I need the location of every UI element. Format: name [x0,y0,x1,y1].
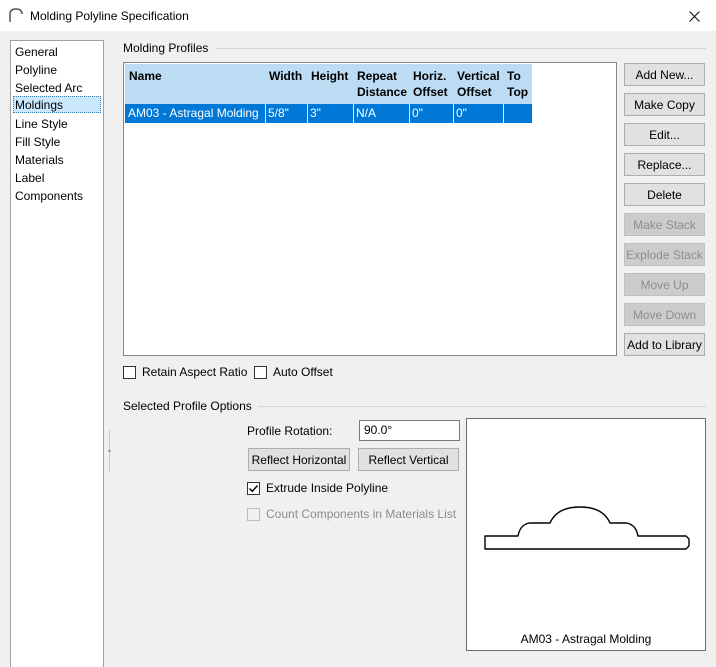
count-components-label: Count Components in Materials List [266,507,457,521]
sidebar-item-selected-arc[interactable]: Selected Arc [13,79,84,96]
sidebar-item-label: General [15,45,58,59]
extrude-inside-polyline-checkbox[interactable]: Extrude Inside Polyline [247,481,388,495]
table-row[interactable]: AM03 - Astragal Molding 5/8" 3" N/A 0" 0… [125,104,532,123]
column-header-to-top[interactable]: To Top [507,68,528,100]
splitter-grip[interactable] [108,430,111,472]
sidebar-item-label-page[interactable]: Label [13,169,46,186]
cell-name: AM03 - Astragal Molding [128,106,259,120]
sidebar-item-label: Components [15,189,84,203]
table-header: Name Width Height Repeat Distance Horiz. O… [125,64,532,104]
sidebar-item-polyline[interactable]: Polyline [13,61,59,78]
add-new-button[interactable]: Add New... [624,63,705,86]
profile-rotation-label: Profile Rotation: [247,424,333,438]
sidebar-item-label: Materials [15,153,64,167]
sidebar-item-label: Line Style [15,117,68,131]
checkbox-box [123,365,136,379]
replace-button[interactable]: Replace... [624,153,705,176]
sidebar-item-label: Selected Arc [15,81,83,95]
sidebar-item-label: Polyline [15,63,58,77]
group-divider [258,406,706,407]
sidebar-item-label: Label [15,171,45,185]
checkbox-box [254,365,267,379]
retain-aspect-ratio-checkbox[interactable]: Retain Aspect Ratio [123,365,247,379]
selected-profile-options-heading: Selected Profile Options [123,399,258,413]
column-header-vertical-offset[interactable]: Vertical Offset [457,68,500,100]
column-header-name[interactable]: Name [129,68,162,84]
sidebar-item-fill-style[interactable]: Fill Style [13,133,62,150]
profile-rotation-input[interactable]: 90.0° [359,420,460,441]
cell-repeat-distance: N/A [356,106,377,120]
extrude-inside-polyline-label: Extrude Inside Polyline [266,481,389,495]
cell-vertical-offset: 0" [456,106,467,120]
checkbox-box [247,481,260,495]
profile-preview: AM03 - Astragal Molding [466,418,706,651]
explode-stack-button[interactable]: Explode Stack [624,243,705,266]
title-bar: Molding Polyline Specification [0,0,716,31]
profile-rotation-value: 90.0° [364,423,393,437]
column-header-horiz-offset[interactable]: Horiz. Offset [413,68,448,100]
sidebar-item-line-style[interactable]: Line Style [13,115,70,132]
molding-profiles-table[interactable]: Name Width Height Repeat Distance Horiz. O… [123,62,617,356]
cell-width: 5/8" [268,106,289,120]
make-stack-button[interactable]: Make Stack [624,213,705,236]
retain-aspect-ratio-label: Retain Aspect Ratio [142,365,248,379]
cell-height: 3" [310,106,321,120]
column-header-height[interactable]: Height [311,68,348,84]
sidebar-item-moldings[interactable]: Moldings [13,96,101,113]
column-header-repeat-distance[interactable]: Repeat Distance [357,68,407,100]
molding-profiles-heading: Molding Profiles [123,41,215,55]
count-components-checkbox[interactable]: Count Components in Materials List [247,507,456,521]
sidebar-item-label: Moldings [15,98,64,112]
group-divider [216,48,706,49]
app-icon [9,8,23,22]
close-icon [688,10,700,22]
window-title: Molding Polyline Specification [30,9,189,23]
column-header-width[interactable]: Width [269,68,302,84]
checkmark-icon [249,484,259,492]
move-down-button[interactable]: Move Down [624,303,705,326]
cell-horiz-offset: 0" [412,106,423,120]
close-button[interactable] [680,5,708,27]
molding-profile-drawing [484,506,690,550]
reflect-vertical-button[interactable]: Reflect Vertical [358,448,459,471]
delete-button[interactable]: Delete [624,183,705,206]
auto-offset-label: Auto Offset [273,365,333,379]
make-copy-button[interactable]: Make Copy [624,93,705,116]
sidebar-item-label: Fill Style [15,135,61,149]
checkbox-box [247,507,260,521]
edit-button[interactable]: Edit... [624,123,705,146]
auto-offset-checkbox[interactable]: Auto Offset [254,365,333,379]
reflect-horizontal-button[interactable]: Reflect Horizontal [248,448,350,471]
preview-caption: AM03 - Astragal Molding [520,632,652,646]
add-to-library-button[interactable]: Add to Library [624,333,705,356]
sidebar-item-general[interactable]: General [13,43,60,60]
category-list: General Polyline Selected Arc Moldings L… [10,40,104,667]
sidebar-item-components[interactable]: Components [13,187,85,204]
move-up-button[interactable]: Move Up [624,273,705,296]
sidebar-item-materials[interactable]: Materials [13,151,66,168]
